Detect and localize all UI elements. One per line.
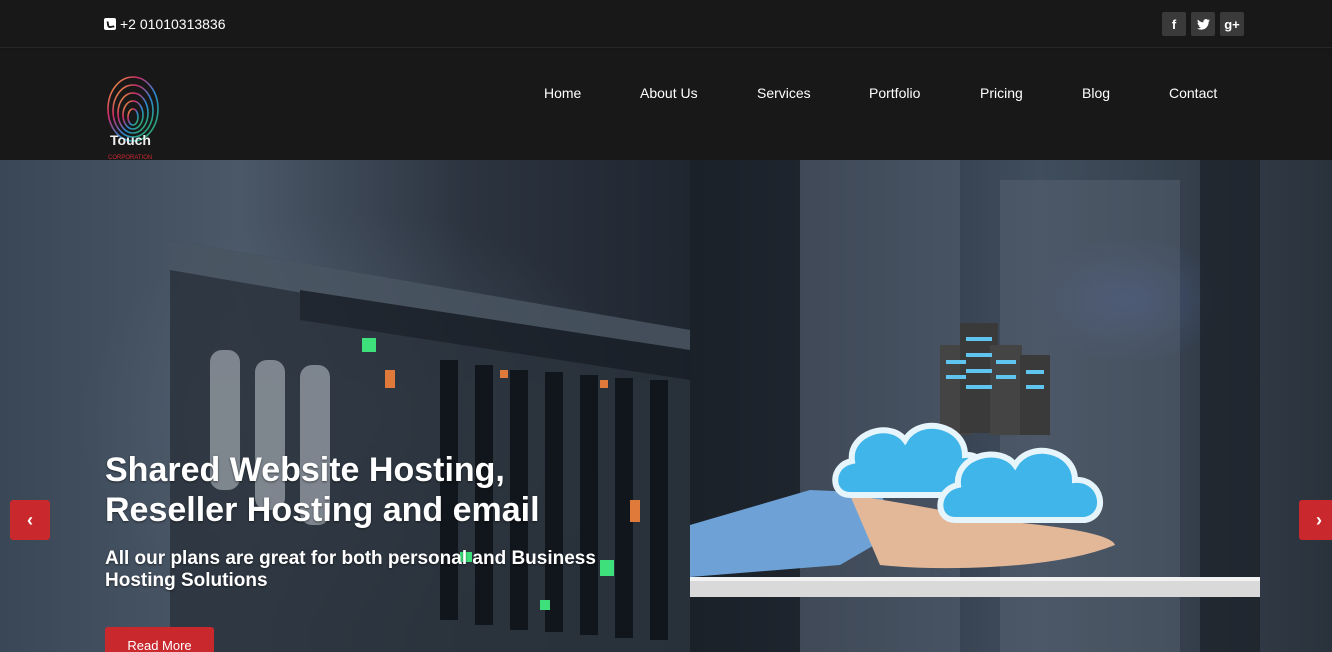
cloud-hosting-illustration (690, 323, 1260, 597)
hero-title-line2: Reseller Hosting and email (105, 491, 540, 529)
read-more-button[interactable]: Read More (105, 627, 214, 652)
main-header: Touch CORPORATION Home About Us Services… (0, 49, 1332, 161)
chevron-right-icon: › (1316, 509, 1322, 530)
hero-slider: Shared Website Hosting, Reseller Hosting… (0, 160, 1332, 652)
slider-prev-button[interactable]: ‹ (10, 500, 50, 540)
nav-about-us[interactable]: About Us (640, 85, 698, 101)
svg-text:Touch: Touch (110, 132, 151, 148)
nav-pricing[interactable]: Pricing (980, 85, 1023, 101)
phone-icon (104, 18, 116, 30)
hero-subtitle: All our plans are great for both persona… (105, 548, 596, 591)
nav-home[interactable]: Home (544, 85, 581, 101)
chevron-left-icon: ‹ (27, 509, 33, 530)
nav-portfolio[interactable]: Portfolio (869, 85, 920, 101)
phone-number: +2 01010313836 (120, 16, 226, 32)
nav-services[interactable]: Services (757, 85, 811, 101)
social-links: f g+ (1162, 12, 1244, 36)
slider-next-button[interactable]: › (1299, 500, 1332, 540)
twitter-icon[interactable] (1191, 12, 1215, 36)
hero-title-line1: Shared Website Hosting, (105, 451, 505, 489)
google-plus-icon[interactable]: g+ (1220, 12, 1244, 36)
facebook-icon[interactable]: f (1162, 12, 1186, 36)
phone-contact[interactable]: +2 01010313836 (104, 16, 226, 32)
top-bar: +2 01010313836 f g+ (0, 0, 1332, 48)
nav-contact[interactable]: Contact (1169, 85, 1217, 101)
nav-blog[interactable]: Blog (1082, 85, 1110, 101)
hero-title: Shared Website Hosting, Reseller Hosting… (105, 450, 625, 530)
brand-logo[interactable]: Touch CORPORATION (106, 65, 162, 161)
